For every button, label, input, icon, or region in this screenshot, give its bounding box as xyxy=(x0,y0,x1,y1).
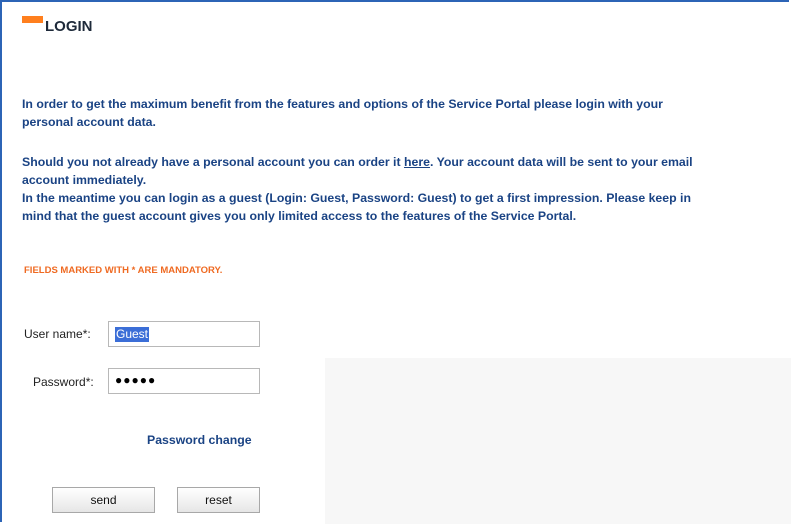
account-info-line-1-start: Should you not already have a personal a… xyxy=(22,155,404,169)
intro-line-2: personal account data. xyxy=(22,115,156,129)
password-label: Password*: xyxy=(33,375,94,389)
account-info-line-2: account immediately. xyxy=(22,173,147,187)
password-change-link[interactable]: Password change xyxy=(147,433,252,447)
account-info-line-4: mind that the guest account gives you on… xyxy=(22,209,577,223)
mandatory-fields-note: FIELDS MARKED WITH * ARE MANDATORY. xyxy=(24,265,223,276)
header-accent-bar xyxy=(22,16,43,23)
background-panel xyxy=(325,358,791,524)
account-info-line-3: In the meantime you can login as a guest… xyxy=(22,191,691,205)
account-info-line-1-end: . Your account data will be sent to your… xyxy=(429,155,693,169)
username-label: User name*: xyxy=(24,327,91,341)
username-value: Guest xyxy=(115,327,150,342)
page-title: LOGIN xyxy=(45,18,93,35)
intro-line-1: In order to get the maximum benefit from… xyxy=(22,97,663,111)
password-input[interactable]: ●●●●● xyxy=(108,368,260,394)
intro-text: In order to get the maximum benefit from… xyxy=(22,95,663,131)
username-input[interactable]: Guest xyxy=(108,321,260,347)
account-info-text: Should you not already have a personal a… xyxy=(22,153,693,225)
order-account-link[interactable]: here xyxy=(404,155,430,169)
send-button[interactable]: send xyxy=(52,487,155,513)
reset-button[interactable]: reset xyxy=(177,487,260,513)
password-mask: ●●●●● xyxy=(115,373,157,387)
account-info-line-1: Should you not already have a personal a… xyxy=(22,153,693,171)
